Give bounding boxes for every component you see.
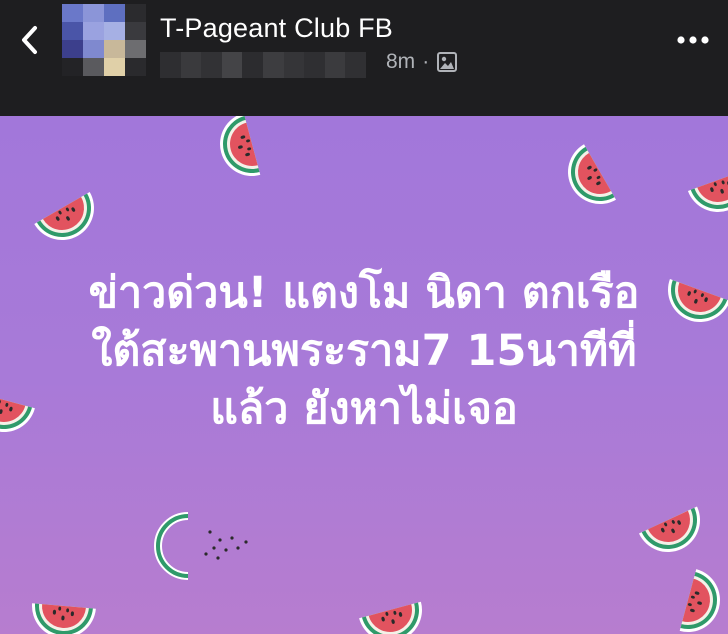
blurred-author-name	[160, 52, 366, 78]
post-status-text: ข่าวด่วน! แตงโม นิดา ตกเรือ ใต้สะพานพระร…	[0, 264, 728, 438]
post-meta: 8m ·	[386, 50, 458, 74]
chevron-left-icon	[22, 26, 37, 54]
bitten-watermelon-icon	[154, 512, 248, 580]
post-time[interactable]: 8m	[386, 50, 415, 74]
watermelon-slice-icon	[687, 169, 728, 222]
post-text-line: ใต้สะพานพระราม7 15นาทีที่	[91, 326, 637, 376]
watermelon-slice-icon	[638, 506, 711, 563]
post-text-line: แล้ว ยังหาไม่เจอ	[210, 384, 518, 434]
watermelon-slice-icon	[679, 569, 728, 634]
more-dots-icon	[677, 36, 709, 44]
page-name[interactable]: T-Pageant Club FB	[160, 13, 393, 44]
more-options-button[interactable]	[670, 22, 716, 58]
page-avatar[interactable]	[62, 4, 146, 76]
post-image[interactable]: ข่าวด่วน! แตงโม นิดา ตกเรือ ใต้สะพานพระร…	[0, 116, 728, 634]
post-text-line: ข่าวด่วน! แตงโม นิดา ตกเรือ	[88, 268, 640, 318]
watermelon-slice-icon	[34, 192, 106, 252]
public-photo-icon	[437, 52, 458, 72]
watermelon-slice-icon	[29, 603, 96, 634]
post-header: T-Pageant Club FB 8m ·	[0, 0, 728, 116]
watermelon-slice-icon	[212, 116, 261, 184]
meta-separator: ·	[422, 50, 430, 73]
watermelon-slice-icon	[556, 144, 616, 216]
back-button[interactable]	[12, 22, 48, 58]
watermelon-slice-icon	[359, 601, 430, 634]
